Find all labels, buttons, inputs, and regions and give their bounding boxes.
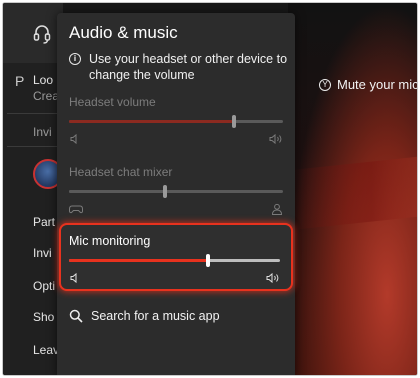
slider-fill xyxy=(69,190,166,193)
chat-mixer-slider[interactable]: Headset chat mixer xyxy=(69,165,283,215)
guide-item-label[interactable]: Loo xyxy=(33,73,53,87)
audio-music-panel: Audio & music i Use your headset or othe… xyxy=(57,13,295,375)
mute-label: Mute your mic xyxy=(337,77,418,92)
game-controller-icon xyxy=(69,205,83,214)
slider-label: Headset chat mixer xyxy=(69,165,173,179)
guide-item-label[interactable]: Opti xyxy=(33,279,55,293)
guide-item-label[interactable]: Leav xyxy=(33,343,59,357)
dashboard-background xyxy=(288,3,417,375)
volume-low-icon xyxy=(70,133,77,145)
app-window: P Loo Crea Invi Part Invi Opti Sho Leav Y Mute … xyxy=(2,2,418,376)
slider-track[interactable] xyxy=(69,115,283,128)
guide-sidebar: P Loo Crea Invi Part Invi Opti Sho Leav xyxy=(3,3,67,375)
slider-track[interactable] xyxy=(69,185,283,198)
mic-monitoring-panel[interactable]: Mic monitoring xyxy=(59,223,293,291)
info-text: Use your headset or other device to chan… xyxy=(89,52,288,82)
panel-title: Audio & music xyxy=(69,23,178,42)
headset-icon xyxy=(33,25,51,44)
guide-item-label[interactable]: Invi xyxy=(33,125,52,139)
slider-ends xyxy=(69,203,283,215)
slider-label: Mic monitoring xyxy=(69,234,151,248)
guide-item-label[interactable]: Sho xyxy=(33,310,54,324)
guide-item-label[interactable]: Crea xyxy=(33,89,59,103)
slider-fill xyxy=(69,259,209,262)
headset-volume-slider[interactable]: Headset volume xyxy=(69,95,283,145)
guide-item-label[interactable]: Invi xyxy=(33,246,52,260)
info-icon: i xyxy=(69,53,81,65)
y-button-icon: Y xyxy=(319,78,331,91)
slider-fill xyxy=(69,120,234,123)
search-music-app-button[interactable]: Search for a music app xyxy=(69,309,220,323)
search-icon xyxy=(69,309,83,323)
search-label: Search for a music app xyxy=(91,309,220,323)
slider-ends xyxy=(69,272,280,284)
slider-thumb[interactable] xyxy=(231,115,236,128)
info-row: i Use your headset or other device to ch… xyxy=(69,51,289,83)
guide-item-label[interactable]: Part xyxy=(33,215,55,229)
person-icon xyxy=(271,203,283,215)
guide-letter: P xyxy=(15,73,25,89)
slider-thumb[interactable] xyxy=(206,254,211,267)
slider-track[interactable] xyxy=(69,254,280,267)
volume-high-icon xyxy=(269,133,282,145)
slider-thumb[interactable] xyxy=(163,185,168,198)
mic-monitoring-slider[interactable]: Mic monitoring xyxy=(69,234,280,284)
slider-ends xyxy=(69,133,283,145)
slider-label: Headset volume xyxy=(69,95,156,109)
volume-high-icon xyxy=(266,272,279,284)
background-art xyxy=(288,155,417,231)
mute-mic-hint[interactable]: Y Mute your mic xyxy=(319,77,418,92)
volume-low-icon xyxy=(70,272,77,284)
